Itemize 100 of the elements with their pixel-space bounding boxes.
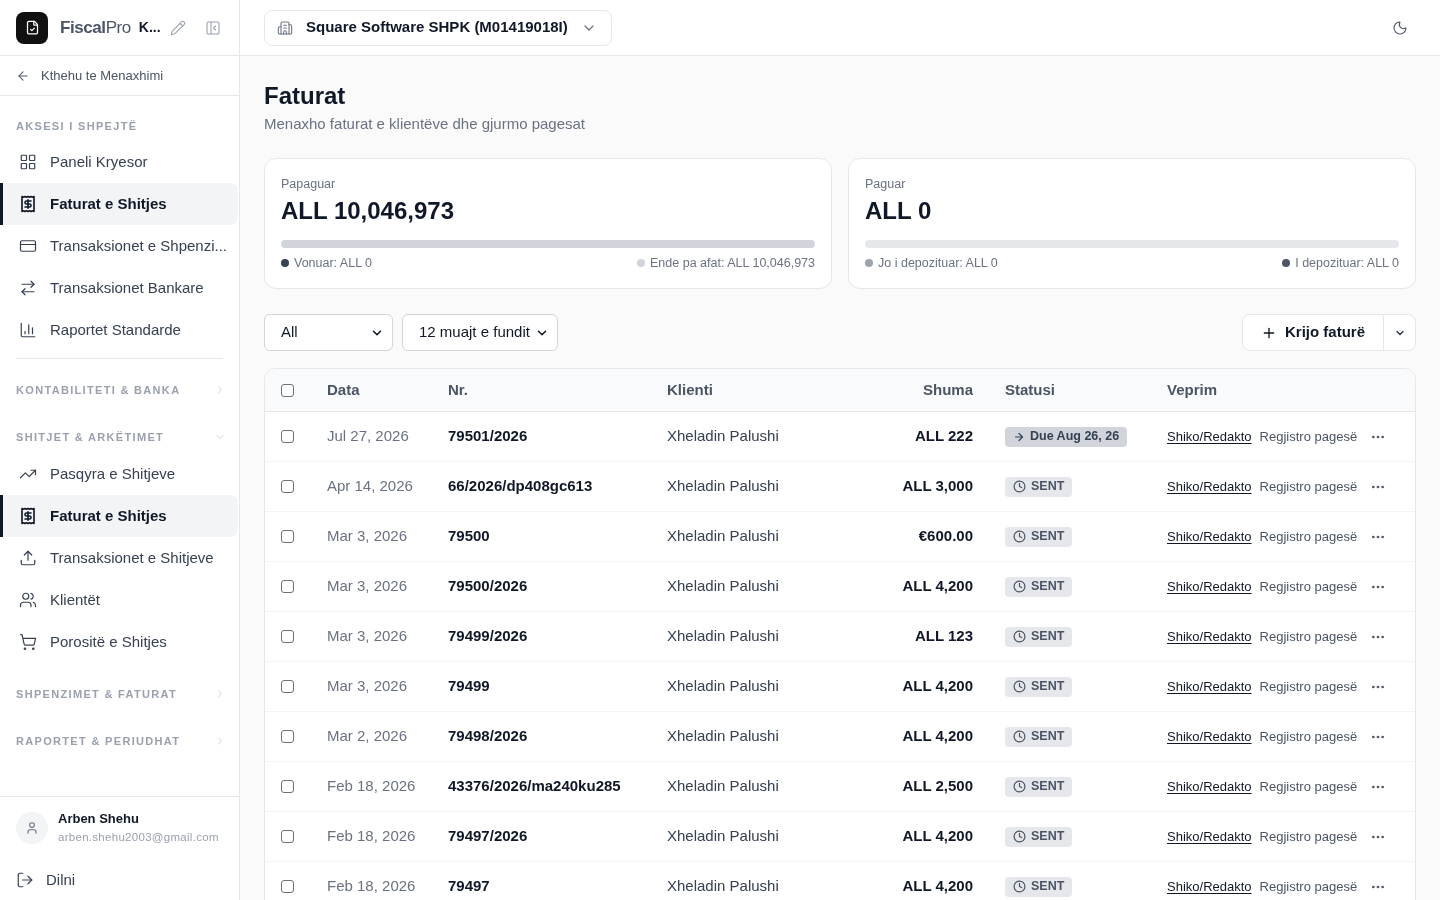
view-edit-link[interactable]: Shiko/Redakto [1167,576,1252,597]
column-header: Data [327,379,360,400]
table-cell-text: Feb 18, 2026 [327,876,416,897]
record-payment-button[interactable]: Regjistro pagesë [1259,426,1358,447]
row-checkbox[interactable] [281,630,294,643]
sidebar-item[interactable]: Pasqyra e Shitjeve [0,453,238,495]
back-link[interactable]: Kthehu te Menaxhimi [16,65,164,86]
row-checkbox[interactable] [281,580,294,593]
sidebar-item[interactable]: Raportet Standarde [0,309,238,351]
users-icon [19,591,37,609]
table-cell-text: 66/2026/dp408gc613 [448,476,593,497]
card-amount: ALL 0 [865,196,933,226]
table-cell-text: ALL 4,200 [902,576,973,597]
table-cell-text: Mar 3, 2026 [327,676,408,697]
table-cell-text: Mar 2, 2026 [327,726,408,747]
legend-text: Jo i depozituar: ALL 0 [878,255,998,271]
row-checkbox[interactable] [281,530,294,543]
table-cell-text: ALL 4,200 [902,676,973,697]
sidebar-item[interactable]: Klientët [0,579,238,621]
table-cell-text: ALL 4,200 [902,826,973,847]
record-payment-button[interactable]: Regjistro pagesë [1259,726,1358,747]
building-icon [277,19,293,36]
create-invoice-button[interactable]: Krijo faturë [1242,314,1384,351]
view-edit-link[interactable]: Shiko/Redakto [1167,526,1252,547]
table-cell-text: Mar 3, 2026 [327,626,408,647]
sidebar-item[interactable]: Transaksionet e Shpenzi... [0,225,238,267]
row-checkbox[interactable] [281,730,294,743]
table-cell-text: Xheladin Palushi [667,626,779,647]
row-checkbox[interactable] [281,680,294,693]
pencil-icon[interactable] [170,19,186,36]
view-edit-link[interactable]: Shiko/Redakto [1167,826,1252,847]
row-checkbox[interactable] [281,880,294,893]
table-cell-text: 79499/2026 [448,626,528,647]
table-cell-text: ALL 222 [914,426,973,447]
sidebar-item[interactable]: Paneli Kryesor [0,141,238,183]
table-cell-text: ALL 2,500 [902,776,973,797]
record-payment-button[interactable]: Regjistro pagesë [1259,776,1358,797]
moon-icon[interactable] [1392,19,1408,36]
card-label: Papaguar [281,176,337,193]
status-label: SENT [1031,778,1065,796]
record-payment-button[interactable]: Regjistro pagesë [1259,626,1358,647]
row-checkbox[interactable] [281,480,294,493]
table-cell-text: 79497/2026 [448,826,528,847]
table-cell-text: 79498/2026 [448,726,528,747]
view-edit-link[interactable]: Shiko/Redakto [1167,476,1252,497]
view-edit-link[interactable]: Shiko/Redakto [1167,776,1252,797]
row-checkbox[interactable] [281,430,294,443]
upload-icon [19,549,37,567]
table-cell-text: Xheladin Palushi [667,576,779,597]
record-payment-button[interactable]: Regjistro pagesë [1259,526,1358,547]
status-label: SENT [1031,878,1065,896]
filter-select[interactable]: 12 muajt e fundit [402,314,558,351]
table-cell-text: Xheladin Palushi [667,876,779,897]
record-payment-button[interactable]: Regjistro pagesë [1259,676,1358,697]
table-cell-text: 79500 [448,526,490,547]
table-cell-text: Feb 18, 2026 [327,776,416,797]
column-header: Veprim [1167,379,1218,400]
avatar-icon [16,812,48,844]
status-label: SENT [1031,728,1065,746]
record-payment-button[interactable]: Regjistro pagesë [1259,876,1358,897]
sidebar-item[interactable]: Transaksionet Bankare [0,267,238,309]
view-edit-link[interactable]: Shiko/Redakto [1167,876,1252,897]
sidebar-item[interactable]: Faturat e Shitjes [0,495,238,537]
select-all-checkbox[interactable] [281,383,294,397]
table-cell-text: Xheladin Palushi [667,776,779,797]
clock-icon [1013,480,1026,493]
clock-icon [1013,880,1026,893]
arrow-right-icon [1013,430,1025,443]
record-payment-button[interactable]: Regjistro pagesë [1259,826,1358,847]
row-checkbox[interactable] [281,830,294,843]
row-checkbox[interactable] [281,780,294,793]
logout-icon [16,871,34,889]
sidebar-item[interactable]: Porositë e Shitjes [0,621,238,663]
view-edit-link[interactable]: Shiko/Redakto [1167,676,1252,697]
logout-button[interactable]: Dilni [16,868,76,892]
view-edit-link[interactable]: Shiko/Redakto [1167,726,1252,747]
clock-icon [1013,580,1026,593]
table-cell-text: 43376/2026/ma240ku285 [448,776,621,797]
clock-icon [1013,630,1026,643]
user-name: Arben Shehu [58,810,140,828]
view-edit-link[interactable]: Shiko/Redakto [1167,626,1252,647]
filter-select[interactable]: All [264,314,393,351]
sidebar-item[interactable]: Transaksionet e Shitjeve [0,537,238,579]
table-cell-text: Mar 3, 2026 [327,576,408,597]
sidebar-item[interactable]: Faturat e Shitjes [0,183,238,225]
table-cell-text: Feb 18, 2026 [327,826,416,847]
column-header: Klienti [667,379,713,400]
table-cell-text: Xheladin Palushi [667,426,779,447]
view-edit-link[interactable]: Shiko/Redakto [1167,426,1252,447]
table-cell-text: 79501/2026 [448,426,528,447]
clock-icon [1013,780,1026,793]
record-payment-button[interactable]: Regjistro pagesë [1259,476,1358,497]
company-selector[interactable]: Square Software SHPK (M01419018I) [264,9,612,46]
record-payment-button[interactable]: Regjistro pagesë [1259,576,1358,597]
clock-icon [1013,730,1026,743]
table-cell-text: €600.00 [918,526,973,547]
table-cell-text: Apr 14, 2026 [327,476,413,497]
status-label: SENT [1031,628,1065,646]
status-label: Due Aug 26, 26 [1030,428,1120,446]
table-cell-text: Xheladin Palushi [667,726,779,747]
